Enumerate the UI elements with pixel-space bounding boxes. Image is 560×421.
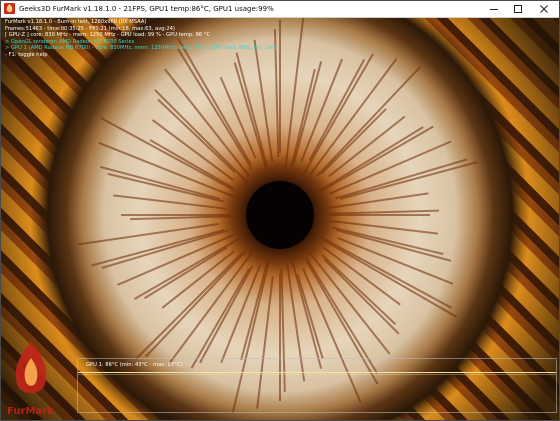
minimize-button[interactable] (483, 1, 505, 17)
maximize-icon (514, 5, 522, 13)
overlay-line-frames: Frames:51463 - time:00:35:25 - FPS:21 (m… (5, 25, 175, 32)
fur-streak (130, 215, 235, 221)
fur-streak (190, 268, 250, 369)
temperature-graph: GPU 1: 86°C (min: 43°C - max: 87°C) (77, 358, 557, 413)
fur-streak (100, 165, 221, 200)
fur-streak (161, 250, 236, 309)
overlay-line-renderer: > OpenGL renderer: AMD Radeon HD 6700 Se… (5, 38, 135, 45)
fur-streak (233, 62, 268, 172)
fur-streak (335, 158, 468, 200)
fur-streak (284, 18, 305, 170)
close-icon (540, 5, 548, 13)
maximize-button[interactable] (507, 1, 529, 17)
fur-streak (325, 192, 429, 210)
svg-text:FurMark: FurMark (7, 406, 54, 417)
fur-streak (329, 209, 439, 215)
fur-streak (77, 222, 219, 246)
minimize-icon (490, 9, 498, 10)
fur-streak (320, 108, 387, 175)
furmark-app-icon[interactable] (4, 3, 15, 14)
overlay-line-help: - F1: toggle help (5, 51, 48, 58)
furmark-logo: FurMark (5, 336, 57, 420)
furmark-window: Geeks3D FurMark v1.18.1.0 - 21FPS, GPU1 … (0, 0, 560, 421)
title-bar[interactable]: Geeks3D FurMark v1.18.1.0 - 21FPS, GPU1 … (1, 1, 559, 18)
fur-streak (328, 115, 406, 178)
fur-streak (135, 252, 243, 360)
graph-temperature-label: GPU 1: 86°C (min: 43°C - max: 87°C) (86, 362, 183, 368)
window-title: Geeks3D FurMark v1.18.1.0 - 21FPS, GPU1 … (19, 5, 274, 13)
close-button[interactable] (533, 1, 555, 17)
temperature-line-glow (78, 374, 556, 375)
overlay-line-gpuz: [ GPU-Z ] core: 830 MHz - mem: 1250 MHz … (5, 32, 211, 39)
stats-overlay: FurMark v1.18.1.0 - Burn-in test, 1280x9… (5, 19, 277, 59)
overlay-line-gpu1: > GPU 1 (AMD Radeon HD 6700) - core: 830… (5, 45, 277, 52)
fur-streak (101, 229, 229, 269)
overlay-line-version: FurMark v1.18.1.0 - Burn-in test, 1280x9… (5, 19, 147, 25)
temperature-line (78, 372, 556, 373)
render-viewport[interactable]: FurMark v1.18.1.0 - Burn-in test, 1280x9… (1, 18, 559, 420)
